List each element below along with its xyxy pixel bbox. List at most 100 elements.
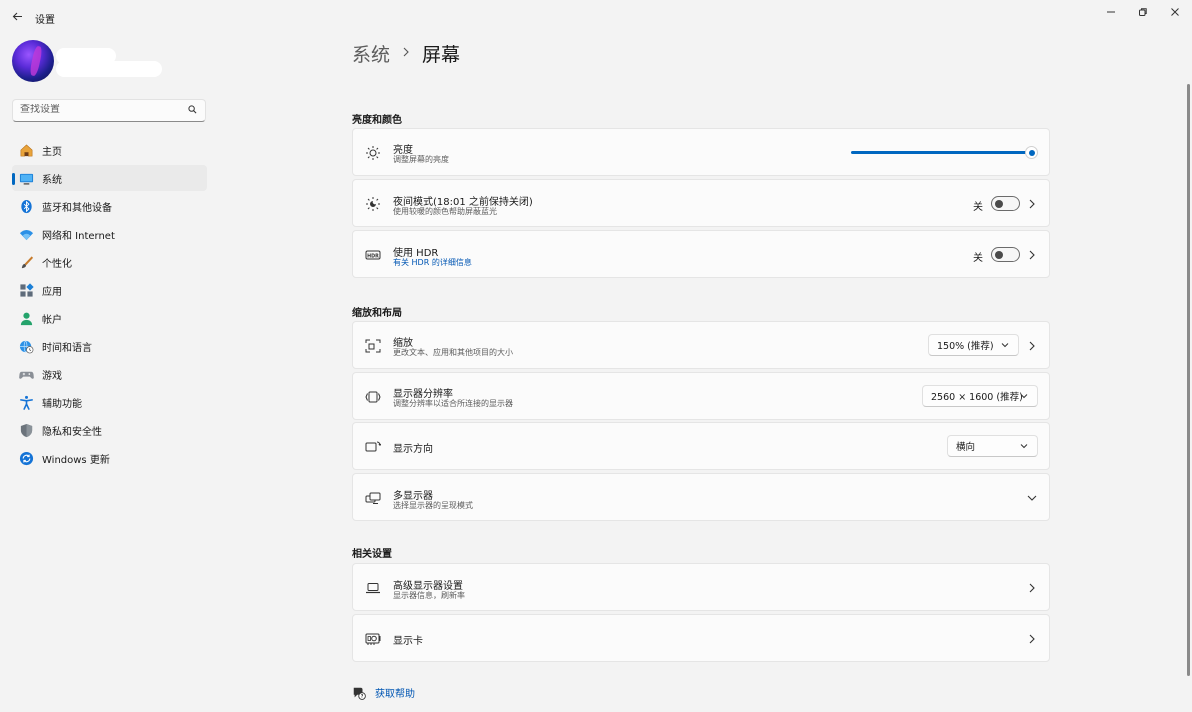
accessibility-icon bbox=[18, 394, 34, 410]
graphics-title: 显示卡 bbox=[393, 636, 423, 647]
sidebar-item-network[interactable]: 网络和 Internet bbox=[12, 221, 207, 247]
user-email-redacted bbox=[56, 61, 162, 77]
orientation-dropdown-value: 横向 bbox=[956, 442, 976, 453]
sun-icon bbox=[365, 145, 381, 161]
globe-clock-icon bbox=[18, 338, 34, 354]
scale-dropdown-value: 150% (推荐) bbox=[937, 341, 994, 352]
sidebar-item-label: 个性化 bbox=[42, 258, 72, 270]
sidebar-item-windows-update[interactable]: Windows 更新 bbox=[12, 445, 207, 471]
search-icon[interactable] bbox=[188, 105, 197, 114]
chevron-down-icon[interactable] bbox=[1027, 493, 1037, 503]
chevron-down-icon bbox=[1001, 343, 1009, 348]
night-light-icon bbox=[365, 196, 381, 212]
sidebar-item-privacy[interactable]: 隐私和安全性 bbox=[12, 417, 207, 443]
minimize-icon bbox=[1107, 11, 1115, 13]
advanced-display-subtitle: 显示器信息，刷新率 bbox=[393, 591, 465, 600]
scale-subtitle: 更改文本、应用和其他项目的大小 bbox=[393, 348, 513, 357]
scale-dropdown[interactable]: 150% (推荐) bbox=[928, 334, 1019, 356]
sidebar-item-label: 辅助功能 bbox=[42, 398, 82, 410]
sidebar-item-system[interactable]: 系统 bbox=[12, 165, 207, 191]
sidebar-item-personalization[interactable]: 个性化 bbox=[12, 249, 207, 275]
sidebar-item-label: 应用 bbox=[42, 286, 62, 298]
sidebar-item-home[interactable]: 主页 bbox=[12, 137, 207, 163]
search-input[interactable] bbox=[20, 104, 180, 115]
page-title: 屏幕 bbox=[422, 44, 461, 66]
sidebar-item-label: 网络和 Internet bbox=[42, 230, 115, 242]
brightness-slider-track[interactable] bbox=[851, 151, 1031, 154]
update-icon bbox=[18, 450, 34, 466]
hdr-learn-more-link[interactable]: 有关 HDR 的详细信息 bbox=[393, 257, 472, 268]
sidebar-item-label: 系统 bbox=[42, 174, 62, 186]
breadcrumb: 系统 屏幕 bbox=[352, 40, 460, 67]
breadcrumb-parent[interactable]: 系统 bbox=[352, 40, 390, 67]
brightness-slider-thumb[interactable] bbox=[1025, 146, 1038, 159]
search-box[interactable] bbox=[12, 99, 206, 122]
get-help-link[interactable]: ? 获取帮助 bbox=[352, 685, 415, 700]
sidebar-item-label: 隐私和安全性 bbox=[42, 426, 102, 438]
section-title-related: 相关设置 bbox=[352, 549, 392, 560]
scrollbar[interactable] bbox=[1187, 84, 1190, 676]
night-light-state: 关 bbox=[973, 202, 983, 213]
brush-icon bbox=[18, 254, 34, 270]
svg-text:HDR: HDR bbox=[367, 253, 379, 259]
restore-button[interactable] bbox=[1127, 4, 1159, 20]
hdr-state: 关 bbox=[973, 253, 983, 264]
orientation-icon bbox=[365, 439, 381, 455]
night-light-toggle[interactable] bbox=[991, 196, 1020, 211]
chevron-down-icon bbox=[1020, 394, 1028, 399]
sidebar-item-label: 游戏 bbox=[42, 370, 62, 382]
hdr-card[interactable]: HDR 使用 HDR 有关 HDR 的详细信息 关 bbox=[352, 230, 1050, 278]
app-title: 设置 bbox=[35, 15, 55, 26]
minimize-button[interactable] bbox=[1095, 4, 1127, 20]
close-button[interactable] bbox=[1159, 4, 1191, 20]
scale-card[interactable]: 缩放 更改文本、应用和其他项目的大小 150% (推荐) bbox=[352, 321, 1050, 369]
help-icon: ? bbox=[353, 687, 366, 700]
orientation-card: 显示方向 横向 bbox=[352, 422, 1050, 470]
sidebar-item-gaming[interactable]: 游戏 bbox=[12, 361, 207, 387]
system-icon bbox=[18, 170, 34, 186]
hdr-toggle[interactable] bbox=[991, 247, 1020, 262]
close-icon bbox=[1171, 8, 1179, 16]
restore-icon bbox=[1139, 8, 1147, 16]
section-title-brightness-color: 亮度和颜色 bbox=[352, 115, 402, 126]
resolution-icon bbox=[365, 389, 381, 405]
night-light-subtitle: 使用较暖的颜色帮助屏蔽蓝光 bbox=[393, 207, 497, 216]
night-light-card[interactable]: 夜间模式(18:01 之前保持关闭) 使用较暖的颜色帮助屏蔽蓝光 关 bbox=[352, 179, 1050, 227]
back-arrow-icon bbox=[12, 12, 22, 20]
account-icon bbox=[18, 310, 34, 326]
multi-display-icon bbox=[365, 490, 381, 506]
sidebar-item-accounts[interactable]: 帐户 bbox=[12, 305, 207, 331]
sidebar-nav: 主页 系统 蓝牙和其他设备 网络和 Internet 个性化 应用 帐户 时间和… bbox=[12, 137, 207, 473]
sidebar-item-label: 主页 bbox=[42, 146, 62, 158]
chevron-right-icon bbox=[1027, 634, 1037, 644]
sidebar-item-accessibility[interactable]: 辅助功能 bbox=[12, 389, 207, 415]
graphics-card[interactable]: 显示卡 bbox=[352, 614, 1050, 662]
sidebar-item-time-language[interactable]: 时间和语言 bbox=[12, 333, 207, 359]
svg-text:?: ? bbox=[361, 693, 364, 699]
sidebar-item-apps[interactable]: 应用 bbox=[12, 277, 207, 303]
back-button[interactable] bbox=[8, 7, 26, 25]
orientation-dropdown[interactable]: 横向 bbox=[947, 435, 1038, 457]
multi-display-card[interactable]: 多显示器 选择显示器的呈现模式 bbox=[352, 473, 1050, 521]
advanced-display-card[interactable]: 高级显示器设置 显示器信息，刷新率 bbox=[352, 563, 1050, 611]
laptop-icon bbox=[365, 580, 381, 596]
resolution-subtitle: 调整分辨率以适合所连接的显示器 bbox=[393, 399, 513, 408]
brightness-subtitle: 调整屏幕的亮度 bbox=[393, 155, 449, 164]
title-bar: 设置 bbox=[0, 0, 1192, 32]
home-icon bbox=[18, 142, 34, 158]
chevron-right-icon bbox=[1027, 199, 1037, 209]
section-title-scale-layout: 缩放和布局 bbox=[352, 308, 402, 319]
sidebar-item-bluetooth[interactable]: 蓝牙和其他设备 bbox=[12, 193, 207, 219]
apps-icon bbox=[18, 282, 34, 298]
chevron-right-icon bbox=[402, 46, 410, 61]
chevron-down-icon bbox=[1020, 444, 1028, 449]
resolution-dropdown-value: 2560 × 1600 (推荐) bbox=[931, 392, 1023, 403]
gamepad-icon bbox=[18, 366, 34, 382]
chevron-right-icon bbox=[1027, 341, 1037, 351]
shield-icon bbox=[18, 422, 34, 438]
resolution-dropdown[interactable]: 2560 × 1600 (推荐) bbox=[922, 385, 1038, 407]
multi-display-subtitle: 选择显示器的呈现模式 bbox=[393, 501, 473, 510]
chevron-right-icon bbox=[1027, 250, 1037, 260]
avatar[interactable] bbox=[12, 40, 54, 82]
graphics-card-icon bbox=[365, 631, 381, 647]
